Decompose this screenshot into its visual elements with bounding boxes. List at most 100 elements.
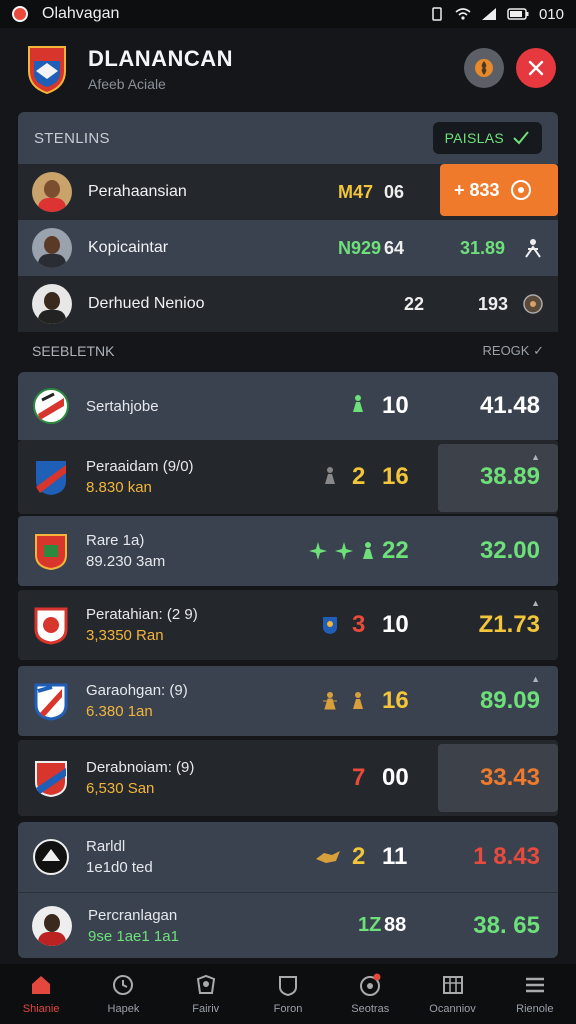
ball-icon [510,180,531,200]
tab-seotras[interactable]: Seotras [329,964,411,1024]
standings-heading: STENLINS [34,129,110,147]
match-detail: 9se 1ae1 1a1 [88,927,179,945]
team-icon [196,974,215,994]
status-time: 010 [538,5,564,23]
match-count: 00 [382,764,409,791]
match-title: Percranlagan [88,906,178,924]
team-badge-icon [33,839,69,875]
app-notification-icon [12,6,28,22]
match-score: 41.48 [479,392,540,419]
tab-label: Foron [273,1003,303,1015]
ball-icon [360,973,381,996]
match-score: 38.89 [479,463,540,490]
team-badge-icon [33,388,69,424]
selection-filter[interactable]: REOGK ✓ [483,343,544,359]
status-bar: Olahvagan 010 [0,0,576,28]
team-badge-icon [35,534,67,571]
standings-row[interactable]: Derhued Nenioo 22 193 [18,276,558,332]
match-title: Rarldl [86,838,126,855]
tab-rienole[interactable]: Rienole [494,964,576,1024]
match-card[interactable]: Peraaidam (9/0) 8.830 kan 2 16 ▲ 38.89 [18,440,558,514]
match-title: Peraaidam (9/0) [86,458,194,475]
team-badge-icon [34,607,68,645]
signal-icon [481,8,496,20]
match-card[interactable]: Garaohgan: (9) 6.380 1an 16 ▲ 89.09 [18,666,558,736]
status-icons: 010 [429,6,564,23]
grid-icon [442,976,463,994]
match-detail: 6,530 San [86,780,155,797]
tab-label: Hapek [107,1003,140,1015]
player-stat-secondary: 64 [384,237,405,258]
tab-home[interactable]: Shianie [0,964,82,1024]
player-figure-icon [323,692,337,710]
match-rank: 1Z [358,914,382,936]
match-card[interactable]: Rare 1a) 89.230 3am 22 32.00 [18,516,558,586]
player-name: Kopicaintar [88,239,169,256]
match-detail: 1e1d0 ted [86,859,153,876]
match-title: Rare 1a) [86,532,145,549]
tab-fairiv[interactable]: Fairiv [165,964,247,1024]
match-count: 16 [382,687,409,714]
tab-label: Rienole [516,1003,554,1015]
app-subtitle: Afeeb Aciale [88,76,166,92]
pill-label: PAISLAS [444,130,504,146]
match-count: 11 [382,843,408,870]
player-name: Perahaansian [88,183,187,200]
standings-row[interactable]: Perahaansian M47 06 + 833 [18,164,558,220]
runner-icon [316,851,340,863]
player-stat-primary: N929 [338,237,382,258]
match-detail: 8.830 kan [86,479,152,496]
match-rank: 2 [352,843,366,870]
bottom-tab-bar: Shianie Hapek Fairiv Foron Seotras Ocann… [0,964,576,1024]
team-badge-icon [35,761,67,798]
vibrate-icon [432,7,442,21]
tab-ocanniov[interactable]: Ocanniov [411,964,493,1024]
match-card[interactable]: Derabnoiam: (9) 6,530 San 7 00 33.43 [18,740,558,816]
battery-icon [507,8,529,20]
match-score: 1 8.43 [473,843,540,870]
match-score: 32.00 [479,537,540,564]
standings-row[interactable]: Kopicaintar N929 64 31.89 [18,220,558,276]
ball-icon [523,294,543,314]
player-avatar [32,284,72,324]
wifi-icon [455,8,471,20]
app-header: DLANANCAN Afeeb Aciale [0,28,576,110]
player-avatar [32,172,72,212]
clock-icon [113,975,134,995]
player-value: 31.89 [460,237,506,258]
settings-button[interactable] [464,48,504,88]
match-card[interactable]: Percranlagan 9se 1ae1 1a1 1Z 88 38. 65 [18,892,558,958]
tab-foron[interactable]: Foron [247,964,329,1024]
match-title: Sertahjobe [86,397,159,415]
shield-icon [323,617,337,634]
player-value: 193 [478,293,509,314]
match-count: 88 [384,914,407,936]
match-rank: 7 [352,764,366,791]
standings-filter-pill[interactable]: PAISLAS [432,122,542,154]
match-card[interactable]: Peratahian: (2 9) 3,3350 Ran 3 10 ▲ Z1.7… [18,590,558,660]
match-score: Z1.73 [478,611,540,638]
match-title: Derabnoiam: (9) [86,759,195,776]
match-count: 10 [382,392,409,419]
match-title: Peratahian: (2 9) [86,606,198,623]
match-count: 16 [382,463,409,490]
player-stat-secondary: 22 [404,293,425,314]
tab-label: Fairiv [192,1003,220,1015]
match-rank: 3 [352,611,366,638]
club-crest-logo [28,46,66,95]
tab-label: Shianie [22,1003,60,1015]
match-card[interactable]: Sertahjobe 10 41.48 [18,372,558,440]
match-card[interactable]: Rarldl 1e1d0 ted 2 11 1 8.43 [18,822,558,892]
team-badge-icon [36,461,66,495]
app-title: DLANANCAN [88,46,234,71]
match-score: 33.43 [479,764,540,791]
menu-icon [525,977,544,993]
player-figure-icon [353,692,363,709]
selection-filter-label: REOGK [482,343,530,358]
standings-header: STENLINS PAISLAS [18,112,558,164]
home-icon [32,976,51,994]
highlight-value-box[interactable]: + 833 [440,164,558,216]
tab-hapek[interactable]: Hapek [82,964,164,1024]
close-button[interactable] [516,48,556,88]
tab-label: Ocanniov [429,1003,476,1015]
